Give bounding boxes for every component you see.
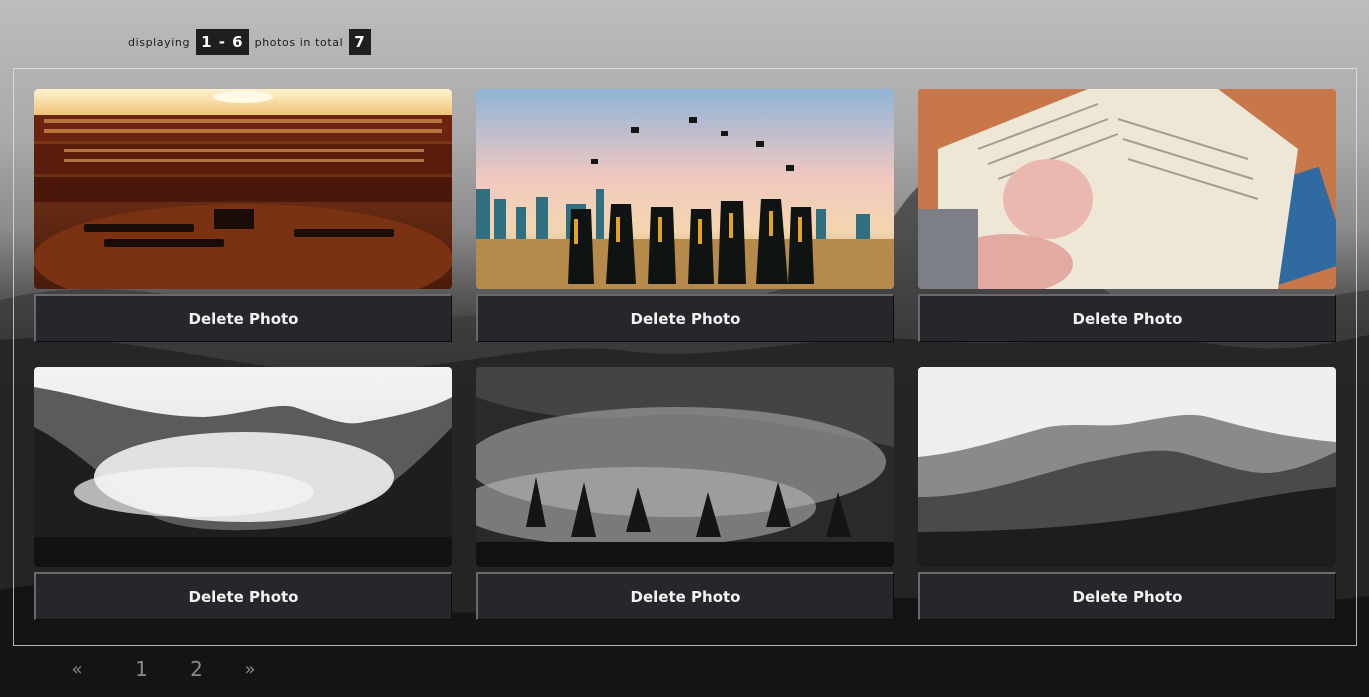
delete-photo-button[interactable]: Delete Photo <box>34 294 452 342</box>
pagination: « 1 2 » <box>60 652 276 686</box>
photo-card: Delete Photo <box>34 367 452 620</box>
photo-card: Delete Photo <box>918 367 1336 620</box>
pagination-page-1[interactable]: 1 <box>114 657 169 681</box>
summary-total: 7 <box>349 29 371 55</box>
photo-library[interactable] <box>34 89 452 289</box>
pagination-prev[interactable]: « <box>60 659 94 680</box>
photo-count-summary: displaying 1 - 6 photos in total 7 <box>128 29 371 55</box>
delete-photo-button[interactable]: Delete Photo <box>918 572 1336 620</box>
delete-photo-button[interactable]: Delete Photo <box>476 572 894 620</box>
photo-card: Delete Photo <box>34 89 452 342</box>
delete-photo-button[interactable]: Delete Photo <box>476 294 894 342</box>
photo-fog-valley[interactable] <box>34 367 452 567</box>
delete-photo-button[interactable]: Delete Photo <box>34 572 452 620</box>
photo-card: Delete Photo <box>918 89 1336 342</box>
pagination-next[interactable]: » <box>224 659 276 680</box>
photo-graduation[interactable] <box>476 89 894 289</box>
photo-book[interactable] <box>918 89 1336 289</box>
delete-photo-button[interactable]: Delete Photo <box>918 294 1336 342</box>
photo-misty-forest[interactable] <box>476 367 894 567</box>
pagination-page-2[interactable]: 2 <box>169 657 224 681</box>
photo-card: Delete Photo <box>476 367 894 620</box>
summary-range: 1 - 6 <box>196 29 249 55</box>
summary-middle: photos in total <box>254 35 344 49</box>
summary-prefix: displaying <box>128 35 191 49</box>
photo-mountains[interactable] <box>918 367 1336 567</box>
photo-card: Delete Photo <box>476 89 894 342</box>
photo-gallery: Delete Photo Delete Photo Delete Photo D… <box>13 68 1357 646</box>
